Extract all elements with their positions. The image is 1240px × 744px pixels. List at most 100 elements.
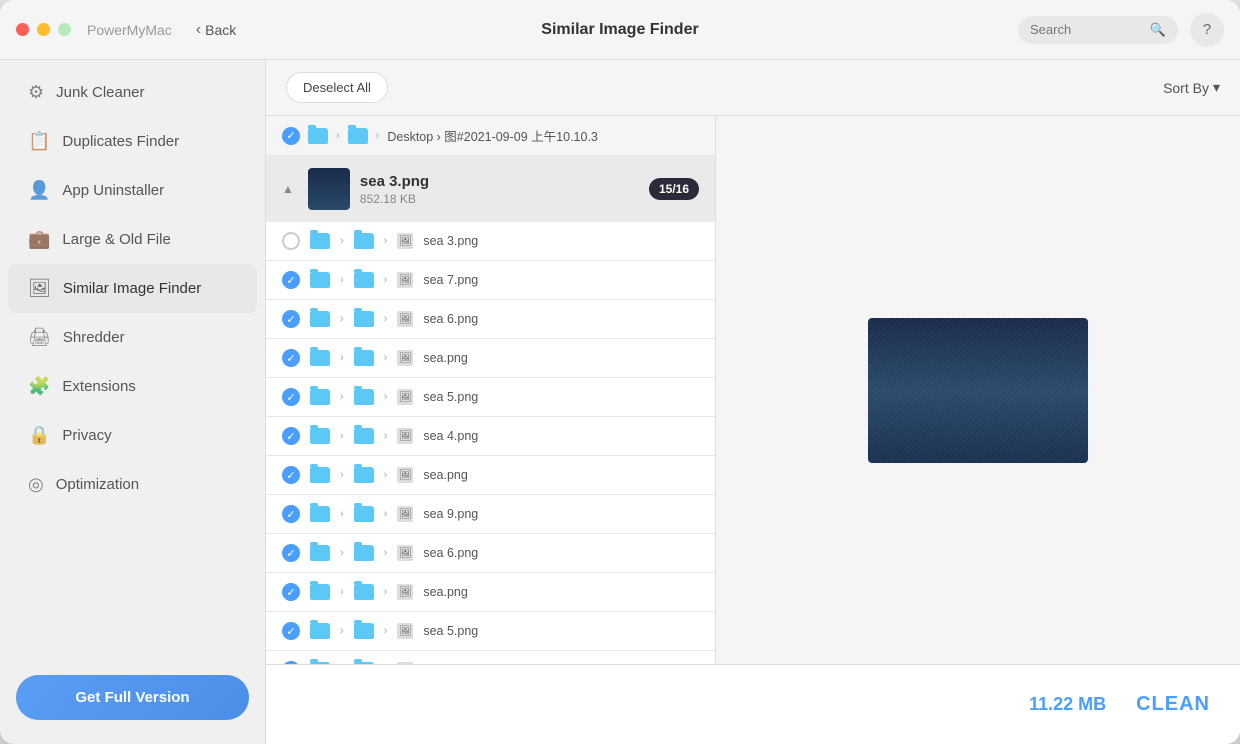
subfolder-icon-5 [354,428,374,444]
file-item-6[interactable]: ✓ › › 🖼 sea.png [266,456,715,495]
file-type-icon-6: 🖼 [397,467,413,483]
traffic-lights [16,23,71,36]
file-item-2[interactable]: ✓ › › 🖼 sea 6.png [266,300,715,339]
file-type-icon-9: 🖼 [397,584,413,600]
app-name-label: PowerMyMac [87,22,172,38]
duplicates-icon: 📋 [28,131,50,152]
subfolder-icon-6 [354,467,374,483]
sidebar-label-optimization: Optimization [56,476,139,493]
checkbox-8[interactable]: ✓ [282,544,300,562]
gear-icon: ⚙ [28,82,44,103]
checkbox-7[interactable]: ✓ [282,505,300,523]
sort-by-button[interactable]: Sort By ▾ [1163,79,1220,96]
checkbox-5[interactable]: ✓ [282,427,300,445]
titlebar-right: 🔍 ? [1018,13,1224,47]
total-size-label: 11.22 MB [1029,694,1106,715]
sidebar-item-junk-cleaner[interactable]: ⚙ Junk Cleaner [8,68,257,117]
checkbox-6[interactable]: ✓ [282,466,300,484]
arrow2-icon-3: › [384,352,388,364]
get-full-version-button[interactable]: Get Full Version [16,675,249,720]
sidebar-label-large-old-file: Large & Old File [62,231,170,248]
file-item-7[interactable]: ✓ › › 🖼 sea 9.png [266,495,715,534]
file-type-icon-3: 🖼 [397,350,413,366]
partial-checkbox[interactable]: ✓ [282,127,300,145]
file-path-9: sea.png [423,585,467,599]
checkbox-4[interactable]: ✓ [282,388,300,406]
file-path-3: sea.png [423,351,467,365]
maximize-button[interactable] [58,23,71,36]
window-title: Similar Image Finder [541,21,698,39]
sidebar-bottom: Get Full Version [0,659,265,736]
file-item-3[interactable]: ✓ › › 🖼 sea.png [266,339,715,378]
partial-item-text: Desktop › 图#2021-09-09 上午10.10.3 [387,126,598,145]
back-button[interactable]: ‹ Back [196,21,236,39]
folder-icon-9 [310,584,330,600]
deselect-all-button[interactable]: Deselect All [286,72,388,103]
collapse-icon[interactable]: ▲ [282,182,294,196]
arrow-icon-9: › [340,586,344,598]
checkbox-0[interactable] [282,232,300,250]
folder-icon-10 [310,623,330,639]
subfolder-icon-4 [354,389,374,405]
checkbox-3[interactable]: ✓ [282,349,300,367]
help-button[interactable]: ? [1190,13,1224,47]
file-path-7: sea 9.png [423,507,478,521]
group-info: sea 3.png 852.18 KB [360,173,639,206]
close-button[interactable] [16,23,29,36]
arrow2-icon-8: › [384,547,388,559]
file-item-1[interactable]: ✓ › › 🖼 sea 7.png [266,261,715,300]
partial-list-item[interactable]: ✓ › › Desktop › 图#2021-09-09 上午10.10.3 [266,116,715,156]
arrow2-icon-0: › [384,235,388,247]
app-uninstaller-icon: 👤 [28,180,50,201]
subfolder-icon-0 [354,233,374,249]
optimization-icon: ◎ [28,474,44,495]
search-input[interactable] [1030,22,1144,37]
folder-icon-3 [310,350,330,366]
clean-button[interactable]: CLEAN [1136,693,1210,716]
file-item-5[interactable]: ✓ › › 🖼 sea 4.png [266,417,715,456]
minimize-button[interactable] [37,23,50,36]
folder-icon-1 [310,272,330,288]
search-box[interactable]: 🔍 [1018,16,1178,44]
subfolder-icon-3 [354,350,374,366]
thumbnail-image [308,168,350,210]
sidebar-item-privacy[interactable]: 🔒 Privacy [8,411,257,460]
subfolder-icon-1 [354,272,374,288]
file-item-9[interactable]: ✓ › › 🖼 sea.png [266,573,715,612]
arrow-icon-10: › [340,625,344,637]
sort-by-chevron-icon: ▾ [1213,79,1220,96]
sidebar: ⚙ Junk Cleaner 📋 Duplicates Finder 👤 App… [0,60,266,744]
file-item-11[interactable]: ✓ › › 🖼 sea 4.png [266,651,715,664]
sidebar-item-app-uninstaller[interactable]: 👤 App Uninstaller [8,166,257,215]
sidebar-item-shredder[interactable]: 🖨 Shredder [8,313,257,362]
sort-by-label: Sort By [1163,80,1209,96]
sidebar-item-similar-image-finder[interactable]: 🖼 Similar Image Finder [8,264,257,313]
arrow-icon-3: › [340,352,344,364]
file-item-0[interactable]: › › 🖼 sea 3.png [266,222,715,261]
subfolder-icon-10 [354,623,374,639]
sidebar-item-extensions[interactable]: 🧩 Extensions [8,362,257,411]
back-label: Back [205,22,236,38]
sidebar-item-optimization[interactable]: ◎ Optimization [8,460,257,509]
folder-icon-8 [310,545,330,561]
sidebar-item-large-old-file[interactable]: 💼 Large & Old File [8,215,257,264]
file-item-4[interactable]: ✓ › › 🖼 sea 5.png [266,378,715,417]
preview-image [868,318,1088,463]
checkbox-1[interactable]: ✓ [282,271,300,289]
group-header[interactable]: ▲ sea 3.png 852.18 KB 15/16 [266,156,715,222]
subfolder-icon-7 [354,506,374,522]
sidebar-item-duplicates-finder[interactable]: 📋 Duplicates Finder [8,117,257,166]
file-item-8[interactable]: ✓ › › 🖼 sea 6.png [266,534,715,573]
arrow-icon-2: › [340,313,344,325]
checkbox-10[interactable]: ✓ [282,622,300,640]
extensions-icon: 🧩 [28,376,50,397]
titlebar: PowerMyMac ‹ Back Similar Image Finder 🔍… [0,0,1240,60]
file-path-10: sea 5.png [423,624,478,638]
checkbox-2[interactable]: ✓ [282,310,300,328]
checkbox-9[interactable]: ✓ [282,583,300,601]
file-item-10[interactable]: ✓ › › 🖼 sea 5.png [266,612,715,651]
file-path-1: sea 7.png [423,273,478,287]
folder-icon-2 [310,311,330,327]
arrow-icon-6: › [340,469,344,481]
content-toolbar: Deselect All Sort By ▾ [266,60,1240,116]
